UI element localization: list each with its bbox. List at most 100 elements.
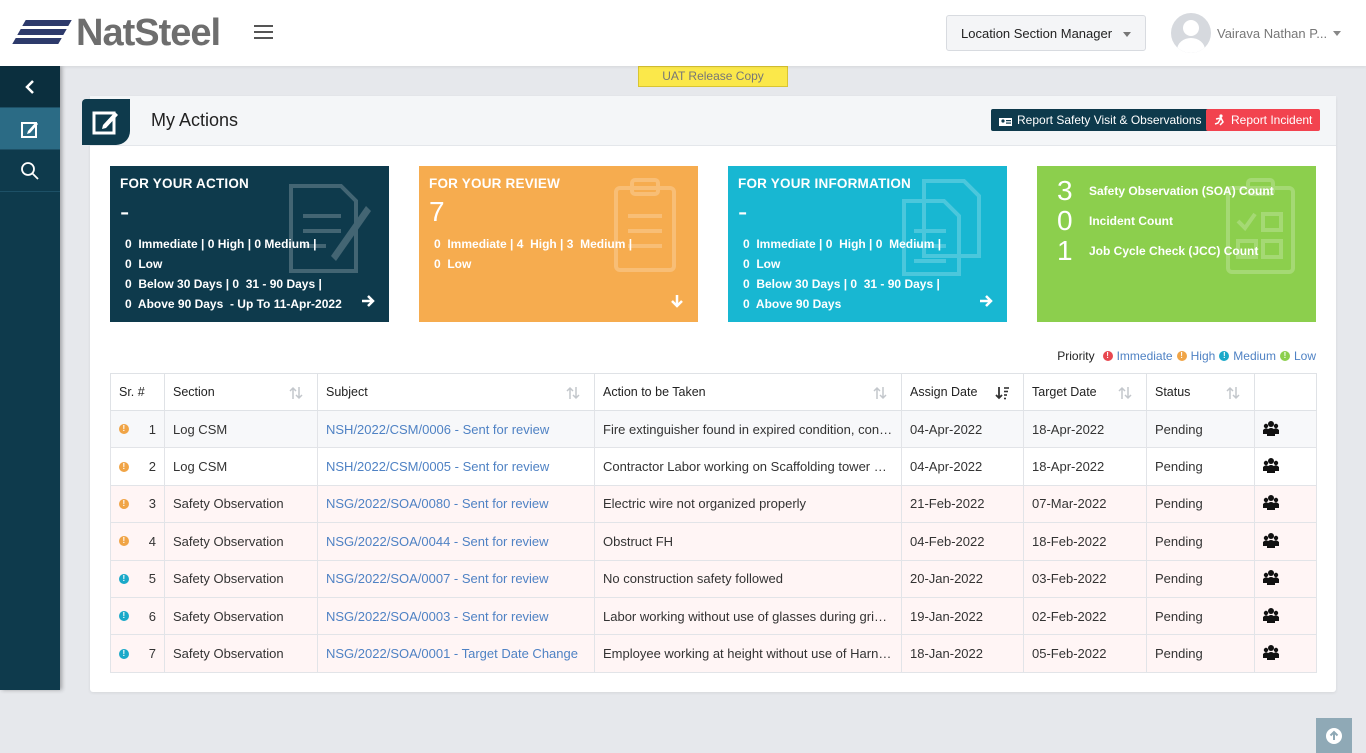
card-title: FOR YOUR REVIEW (429, 176, 561, 191)
col-status[interactable]: Status (1146, 373, 1255, 411)
sort-icon[interactable] (289, 386, 303, 400)
col-section[interactable]: Section (164, 373, 318, 411)
actions-table: Sr. # Section Subject Action to be Taken… (110, 373, 1317, 673)
card-count: - (120, 196, 130, 227)
row-subject-link[interactable]: NSH/2022/CSM/0006 - Sent for review (326, 422, 549, 437)
jcc-count-row[interactable]: 1 Job Cycle Check (JCC) Count (1057, 236, 1258, 266)
team-icon[interactable] (1263, 420, 1279, 436)
row-status: Pending (1146, 484, 1255, 524)
panel-header: My Actions Report Safety Visit & Observa… (82, 96, 1336, 146)
caret-down-icon (1333, 30, 1342, 36)
table-row[interactable]: ! 6 Safety Observation NSG/2022/SOA/0003 … (110, 596, 1317, 636)
row-subject-link[interactable]: NSG/2022/SOA/0044 - Sent for review (326, 534, 549, 549)
row-subject-link[interactable]: NSH/2022/CSM/0005 - Sent for review (326, 459, 549, 474)
row-action: Contractor Labor working on Scaffolding … (594, 447, 902, 486)
search-icon (21, 161, 39, 180)
row-subject-link[interactable]: NSG/2022/SOA/0007 - Sent for review (326, 571, 549, 586)
col-actions (1254, 373, 1317, 411)
team-icon[interactable] (1263, 494, 1279, 511)
table-row[interactable]: ! 1 Log CSM NSH/2022/CSM/0006 - Sent for … (110, 409, 1317, 449)
report-incident-button[interactable]: Report Incident (1206, 109, 1321, 131)
logo-mark-icon (12, 16, 74, 50)
row-status: Pending (1146, 522, 1255, 561)
hamburger-menu-icon[interactable] (254, 25, 273, 41)
legend-immediate: ! Immediate (1102, 349, 1173, 363)
sidebar-collapse-button[interactable] (0, 66, 60, 108)
table-row[interactable]: ! 7 Safety Observation NSG/2022/SOA/0001 … (110, 634, 1317, 673)
table-row[interactable]: ! 4 Safety Observation NSG/2022/SOA/0044 … (110, 522, 1317, 561)
my-actions-panel: My Actions Report Safety Visit & Observa… (82, 96, 1336, 692)
sidebar (0, 66, 60, 690)
table-row[interactable]: ! 5 Safety Observation NSG/2022/SOA/0007 … (110, 559, 1317, 598)
row-sr: 2 (148, 459, 156, 475)
col-target-label: Target Date (1032, 385, 1097, 399)
arrow-up-circle-icon (1326, 727, 1342, 744)
card-title: FOR YOUR ACTION (120, 176, 250, 191)
sort-icon[interactable] (1226, 386, 1240, 400)
row-action: Employee working at height without use o… (594, 634, 902, 673)
table-row[interactable]: ! 3 Safety Observation NSG/2022/SOA/0080 … (110, 484, 1317, 524)
soa-count-label: Safety Observation (SOA) Count (1089, 184, 1274, 198)
row-target-date: 18-Apr-2022 (1023, 447, 1147, 486)
row-section: Log CSM (164, 409, 318, 449)
incident-count-label: Incident Count (1089, 214, 1173, 228)
row-section: Safety Observation (164, 634, 318, 673)
row-subject-link[interactable]: NSG/2022/SOA/0001 - Target Date Change (326, 646, 578, 661)
card-counts: 3 Safety Observation (SOA) Count 0 Incid… (1037, 166, 1316, 322)
team-icon[interactable] (1263, 644, 1279, 661)
natsteel-logo[interactable]: NatSteel (12, 14, 221, 52)
card-above-line: 0 Above 90 Days - Up To 11-Apr-2022 (125, 297, 342, 311)
card-above-line: 0 Above 90 Days (743, 297, 842, 311)
card-for-your-action[interactable]: FOR YOUR ACTION - 0 Immediate | 0 High |… (110, 166, 389, 322)
report-safety-visit-button[interactable]: Report Safety Visit & Observations (991, 109, 1210, 131)
col-subject[interactable]: Subject (317, 373, 595, 411)
team-icon[interactable] (1263, 457, 1279, 474)
soa-count-row[interactable]: 3 Safety Observation (SOA) Count (1057, 176, 1274, 206)
sort-icon[interactable] (566, 386, 580, 400)
row-subject-link[interactable]: NSG/2022/SOA/0003 - Sent for review (326, 609, 549, 624)
sort-desc-icon[interactable] (995, 386, 1009, 400)
row-action: Fire extinguisher found in expired condi… (594, 409, 902, 449)
col-action[interactable]: Action to be Taken (594, 373, 902, 411)
col-sr[interactable]: Sr. # (110, 373, 165, 411)
team-icon[interactable] (1263, 569, 1279, 586)
card-for-your-information[interactable]: FOR YOUR INFORMATION - 0 Immediate | 0 H… (728, 166, 1007, 322)
row-section: Safety Observation (164, 522, 318, 561)
role-select[interactable]: Location Section Manager (946, 15, 1146, 51)
arrow-down-icon[interactable] (670, 294, 684, 308)
row-subject-link[interactable]: NSG/2022/SOA/0080 - Sent for review (326, 496, 549, 511)
card-days-line: 0 Below 30 Days | 0 31 - 90 Days | (743, 277, 940, 291)
row-section: Safety Observation (164, 484, 318, 524)
col-assign-date[interactable]: Assign Date (901, 373, 1024, 411)
page-title: My Actions (151, 110, 239, 130)
col-assign-label: Assign Date (910, 385, 978, 399)
priority-medium-icon: ! (119, 648, 129, 659)
sort-icon[interactable] (1118, 386, 1132, 400)
card-title: FOR YOUR INFORMATION (738, 176, 911, 191)
card-breakdown: 0 Immediate | 4 High | 3 Medium | 0 Low (434, 234, 632, 274)
report-incident-label: Report Incident (1231, 113, 1313, 127)
row-sr: 5 (148, 571, 156, 587)
team-icon[interactable] (1263, 532, 1279, 548)
sidebar-item-my-actions[interactable] (0, 108, 60, 150)
table-body: ! 1 Log CSM NSH/2022/CSM/0006 - Sent for … (110, 409, 1317, 673)
arrow-right-icon[interactable] (979, 294, 993, 308)
incident-count-row[interactable]: 0 Incident Count (1057, 206, 1173, 236)
exclamation-icon: ! (1102, 351, 1113, 361)
col-target-date[interactable]: Target Date (1023, 373, 1147, 411)
row-section: Log CSM (164, 447, 318, 486)
row-section: Safety Observation (164, 559, 318, 598)
edit-icon (21, 121, 38, 138)
user-menu[interactable]: Vairava Nathan P... (1171, 13, 1342, 53)
priority-high-icon: ! (119, 461, 129, 472)
team-icon[interactable] (1263, 607, 1279, 623)
card-priority-line: 0 Immediate | 0 High | 0 Medium | (125, 237, 317, 251)
jcc-count: 1 (1057, 235, 1073, 266)
row-action: Obstruct FH (594, 522, 902, 561)
scroll-to-top-button[interactable] (1316, 718, 1352, 753)
card-for-your-review[interactable]: FOR YOUR REVIEW 7 0 Immediate | 4 High |… (419, 166, 698, 322)
sort-icon[interactable] (873, 386, 887, 400)
sidebar-item-search[interactable] (0, 150, 60, 192)
arrow-right-icon[interactable] (361, 294, 375, 308)
table-row[interactable]: ! 2 Log CSM NSH/2022/CSM/0005 - Sent for … (110, 447, 1317, 486)
